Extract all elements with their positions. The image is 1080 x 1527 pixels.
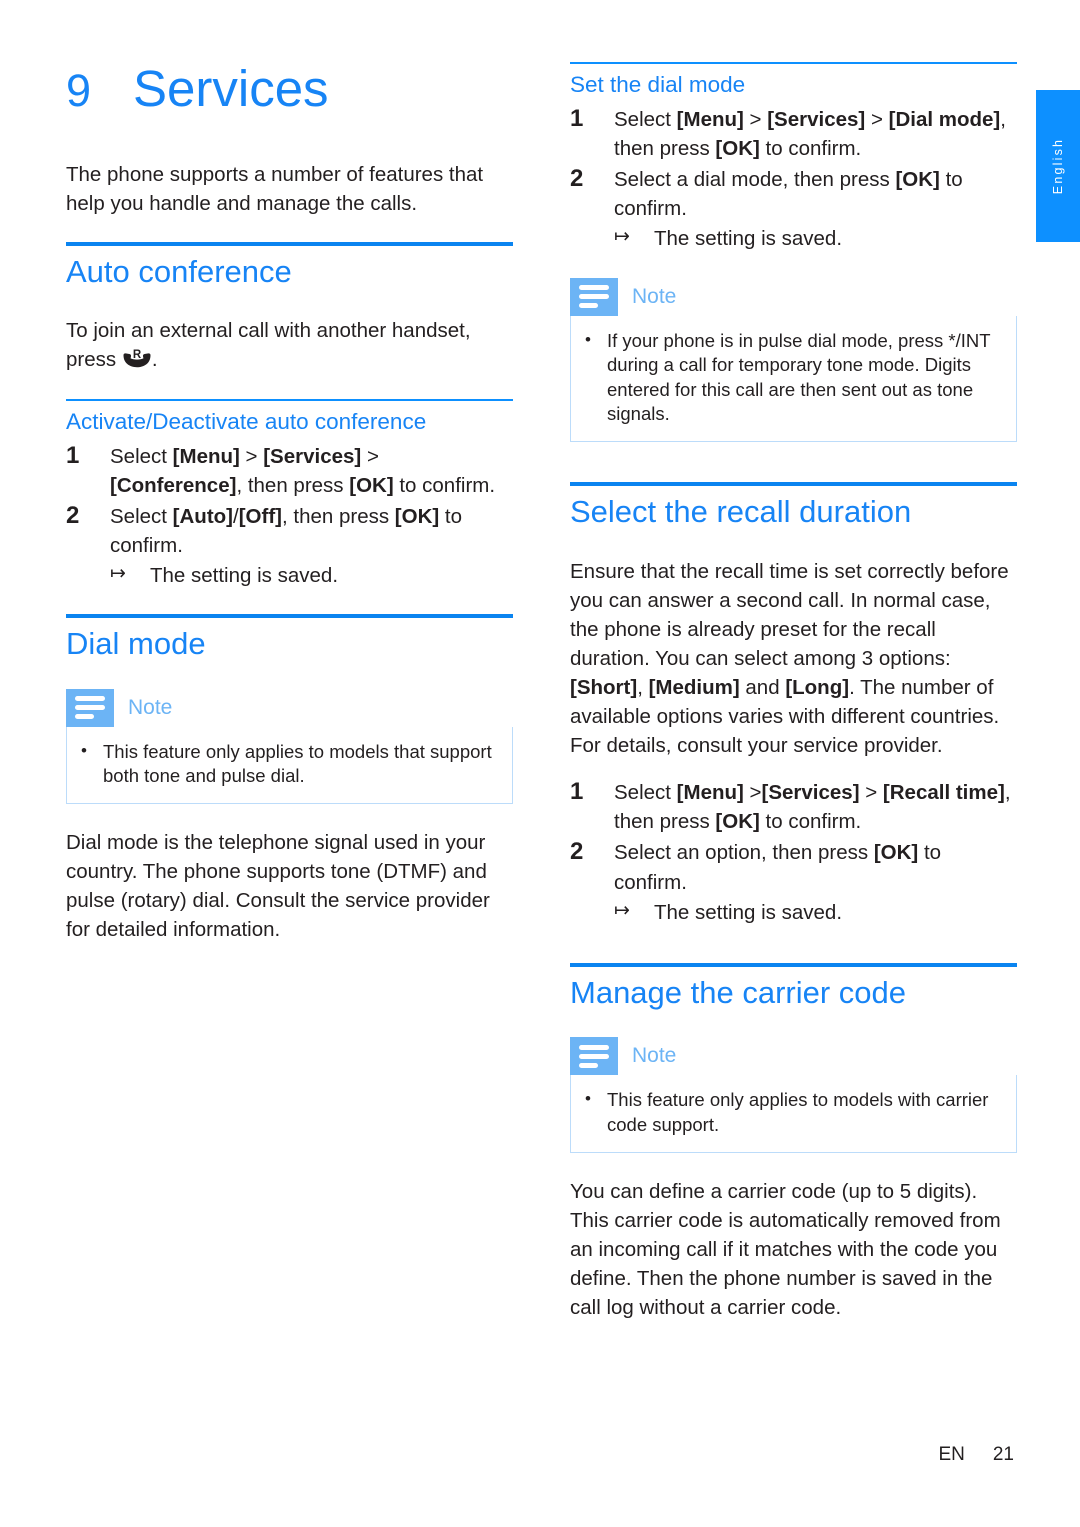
footer-page-number: 21 [992,1444,1014,1465]
handset-recall-icon: R [122,349,152,370]
carrier-code-body: You can define a carrier code (up to 5 d… [570,1179,1001,1320]
dial-mode-body: Dial mode is the telephone signal used i… [66,830,490,942]
step-text: Select [Auto]/[Off], then press [OK] to … [110,502,513,590]
step-text: Select [Menu] > [Services] > [Dial mode]… [614,108,1006,161]
section-heading-recall-duration: Select the recall duration [570,493,912,529]
step-number: 1 [570,105,584,132]
result-text: The setting is saved. [654,900,843,924]
section-rule-recall-duration [570,481,1017,486]
step-item: 2 Select an option, then press [OK] to c… [570,838,1017,926]
note-box-set-dial-mode: Note • If your phone is in pulse dial mo… [570,277,1017,442]
footer-language-code: EN [938,1444,965,1465]
chapter-intro: The phone supports a number of features … [66,162,484,215]
steps-activate-deactivate: 1 Select [Menu] > [Services] > [Conferen… [66,442,513,591]
step-item: 1 Select [Menu] > [Services] > [Conferen… [66,442,513,500]
step-number: 2 [66,501,80,529]
note-label: Note [128,695,173,719]
note-label: Note [632,1044,677,1068]
step-result: ↦ The setting is saved. [614,898,1017,927]
result-arrow-icon: ↦ [110,563,126,584]
language-tab: English [1036,90,1080,242]
step-item: 2 Select [Auto]/[Off], then press [OK] t… [66,502,513,590]
step-item: 1 Select [Menu] > [Services] > [Dial mod… [570,105,1017,163]
chapter-number: 9 [66,65,92,116]
auto-conference-intro: To join an external call with another ha… [66,316,513,374]
step-number: 1 [570,778,584,806]
note-list: • This feature only applies to models th… [81,740,498,789]
page-footer: EN 21 [0,1444,1014,1466]
right-column: Set the dial mode 1 Select [Menu] > [Ser… [570,62,1017,1346]
subsection-heading-activate-deactivate: Activate/Deactivate auto conference [66,408,427,434]
note-list-item: • If your phone is in pulse dial mode, p… [585,329,1002,427]
note-content: • This feature only applies to models wi… [570,1075,1017,1153]
note-header: Note [570,1037,1017,1076]
left-column: 9 Services The phone supports a number o… [66,62,513,968]
section-heading-dial-mode: Dial mode [66,626,206,662]
result-arrow-icon: ↦ [614,899,630,921]
chapter-name: Services [133,60,329,117]
result-text: The setting is saved. [150,564,339,587]
step-number: 2 [570,838,584,866]
step-item: 1 Select [Menu] >[Services] > [Recall ti… [570,778,1017,836]
note-label: Note [632,284,677,308]
bullet-icon: • [81,740,87,760]
note-header: Note [570,277,1017,316]
step-number: 1 [66,441,80,469]
manual-page: English 9 Services The phone supports a … [0,0,1080,1527]
language-tab-label: English [1051,137,1065,195]
result-arrow-icon: ↦ [614,226,630,248]
note-list: • This feature only applies to models wi… [585,1088,1002,1137]
steps-recall-duration: 1 Select [Menu] >[Services] > [Recall ti… [570,778,1017,927]
section-rule-dial-mode [66,614,513,619]
section-rule-auto-conference [66,241,513,246]
subsection-heading-set-dial-mode: Set the dial mode [570,72,746,97]
step-result: ↦ The setting is saved. [110,561,513,590]
note-item-text: This feature only applies to models with… [607,1089,989,1135]
recall-duration-body: Ensure that the recall time is set corre… [570,559,1009,758]
note-content: • If your phone is in pulse dial mode, p… [570,315,1017,442]
steps-set-dial-mode: 1 Select [Menu] > [Services] > [Dial mod… [570,105,1017,254]
note-list-item: • This feature only applies to models th… [81,740,498,789]
step-text: Select a dial mode, then press [OK] to c… [614,165,1017,253]
note-item-text: This feature only applies to models that… [103,740,492,787]
note-box-carrier-code: Note • This feature only applies to mode… [570,1037,1017,1153]
chapter-title: 9 Services [66,62,513,116]
step-text: Select an option, then press [OK] to con… [614,838,1017,926]
bullet-icon: • [585,1089,591,1109]
step-number: 2 [570,165,584,193]
note-icon [66,688,114,727]
note-box-dial-mode: Note • This feature only applies to mode… [66,688,513,804]
note-icon [570,277,618,316]
subsection-rule-set-dial-mode [570,62,1017,64]
bullet-icon: • [585,329,591,349]
note-item-text: If your phone is in pulse dial mode, pre… [607,329,991,425]
note-content: • This feature only applies to models th… [66,726,513,804]
section-heading-auto-conference: Auto conference [66,253,292,289]
section-heading-carrier-code: Manage the carrier code [570,974,907,1010]
handset-recall-superscript: R [132,349,142,362]
note-list: • If your phone is in pulse dial mode, p… [585,329,1002,427]
step-text: Select [Menu] >[Services] > [Recall time… [614,781,1011,834]
subsection-rule-activate-deactivate [66,398,513,401]
result-text: The setting is saved. [654,227,843,251]
note-list-item: • This feature only applies to models wi… [585,1088,1002,1137]
step-text: Select [Menu] > [Services] > [Conference… [110,444,496,497]
section-rule-carrier-code [570,962,1017,967]
step-item: 2 Select a dial mode, then press [OK] to… [570,165,1017,253]
note-icon [570,1037,618,1076]
note-header: Note [66,688,513,727]
auto-conference-intro-period: . [151,348,158,372]
step-result: ↦ The setting is saved. [614,224,1017,253]
